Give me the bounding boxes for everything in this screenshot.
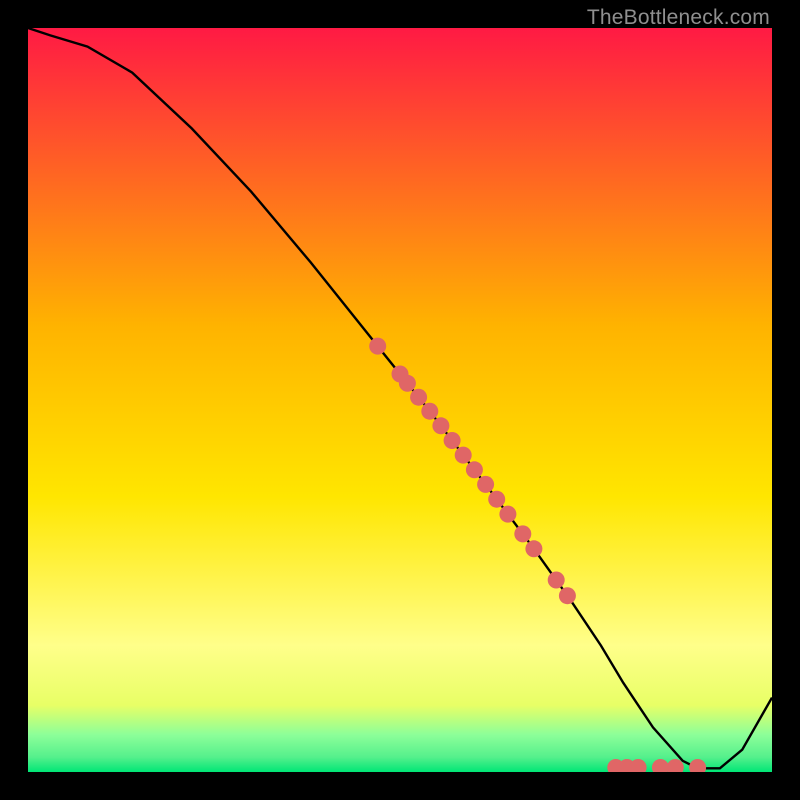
watermark-text: TheBottleneck.com — [587, 6, 770, 30]
plot-area — [28, 28, 772, 772]
data-marker — [499, 506, 516, 523]
chart-frame: TheBottleneck.com — [0, 0, 800, 800]
data-marker — [369, 338, 386, 355]
data-marker — [477, 476, 494, 493]
data-marker — [410, 389, 427, 406]
data-marker — [652, 759, 669, 772]
data-marker — [488, 491, 505, 508]
data-marker — [432, 417, 449, 434]
data-marker — [689, 759, 706, 772]
data-marker — [444, 432, 461, 449]
data-marker — [466, 461, 483, 478]
data-marker — [514, 525, 531, 542]
data-marker — [525, 540, 542, 557]
data-marker — [455, 447, 472, 464]
data-marker — [421, 403, 438, 420]
data-marker — [399, 375, 416, 392]
bottleneck-curve — [28, 28, 772, 772]
data-marker — [548, 572, 565, 589]
data-marker — [559, 587, 576, 604]
